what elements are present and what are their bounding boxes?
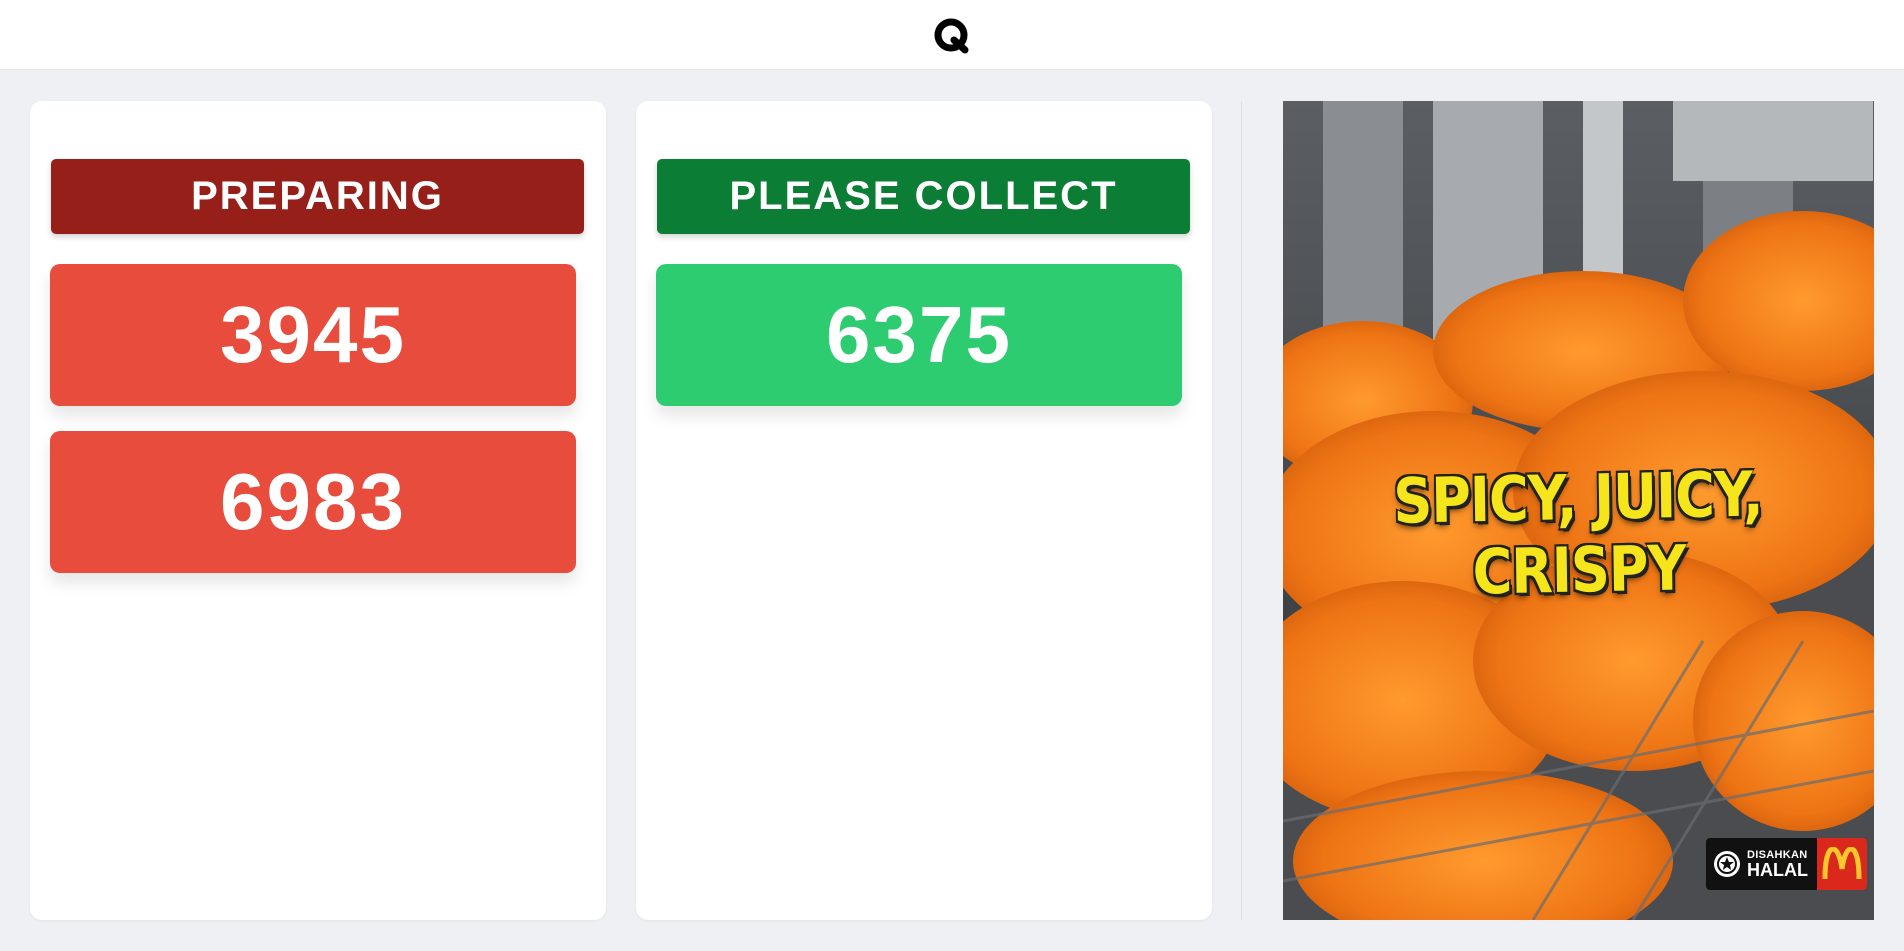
halal-seal-icon — [1714, 851, 1740, 877]
order-number: 3945 — [50, 264, 576, 406]
order-number: 6983 — [50, 431, 576, 573]
mcdonalds-logo-icon — [1817, 838, 1867, 890]
preparing-header: PREPARING — [51, 159, 584, 234]
halal-small-label: DISAHKAN — [1747, 848, 1808, 861]
top-bar — [0, 0, 1904, 70]
divider — [1241, 101, 1242, 920]
promo-headline: SPICY, JUICY, CRISPY — [1392, 457, 1763, 609]
collect-header: PLEASE COLLECT — [657, 159, 1190, 234]
halal-badge: DISAHKAN HALAL — [1706, 838, 1867, 890]
promo-banner: SPICY, JUICY, CRISPY DISAHKAN HALAL — [1283, 101, 1874, 920]
collect-panel: PLEASE COLLECT 6375 — [636, 101, 1212, 920]
order-number: 6375 — [656, 264, 1182, 406]
q-logo-icon — [934, 18, 969, 54]
preparing-panel: PREPARING 3945 6983 — [30, 101, 606, 920]
halal-big-label: HALAL — [1747, 859, 1808, 880]
